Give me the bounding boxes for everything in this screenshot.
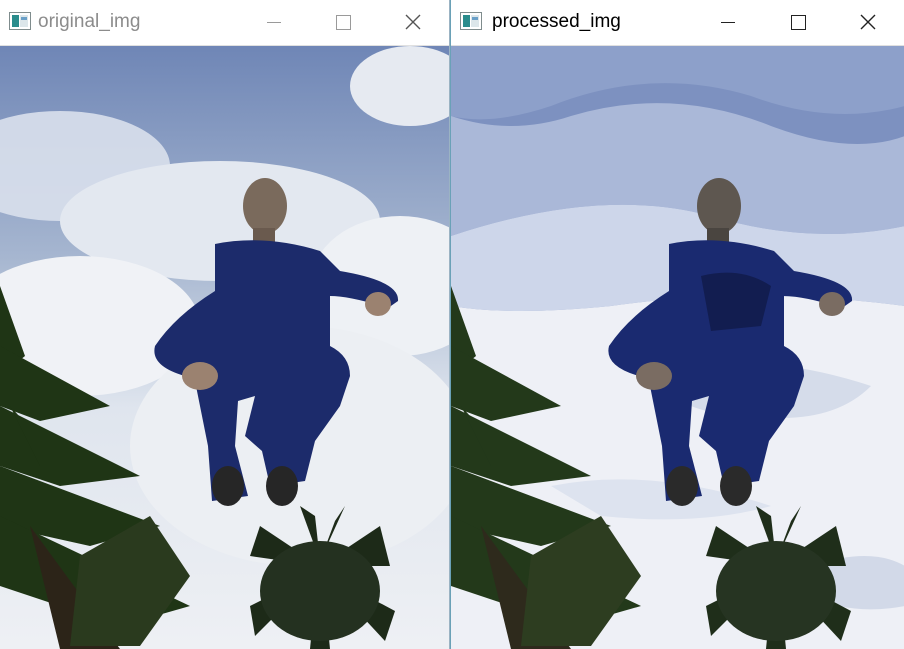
processed-image-window: processed_img [450, 0, 904, 649]
title-bar[interactable]: original_img [0, 0, 449, 46]
image-canvas [451, 46, 904, 649]
maximize-icon[interactable] [328, 8, 358, 36]
title-bar[interactable]: processed_img [451, 0, 904, 46]
minimize-icon[interactable] [259, 8, 289, 36]
close-icon[interactable] [398, 8, 428, 36]
window-title: original_img [38, 11, 141, 32]
image-canvas [0, 46, 449, 649]
app-icon [9, 12, 31, 32]
maximize-icon[interactable] [783, 8, 813, 36]
close-icon[interactable] [853, 8, 883, 36]
app-icon [460, 12, 482, 32]
window-title: processed_img [492, 11, 621, 32]
original-image-window: original_img [0, 0, 450, 649]
minimize-icon[interactable] [713, 8, 743, 36]
